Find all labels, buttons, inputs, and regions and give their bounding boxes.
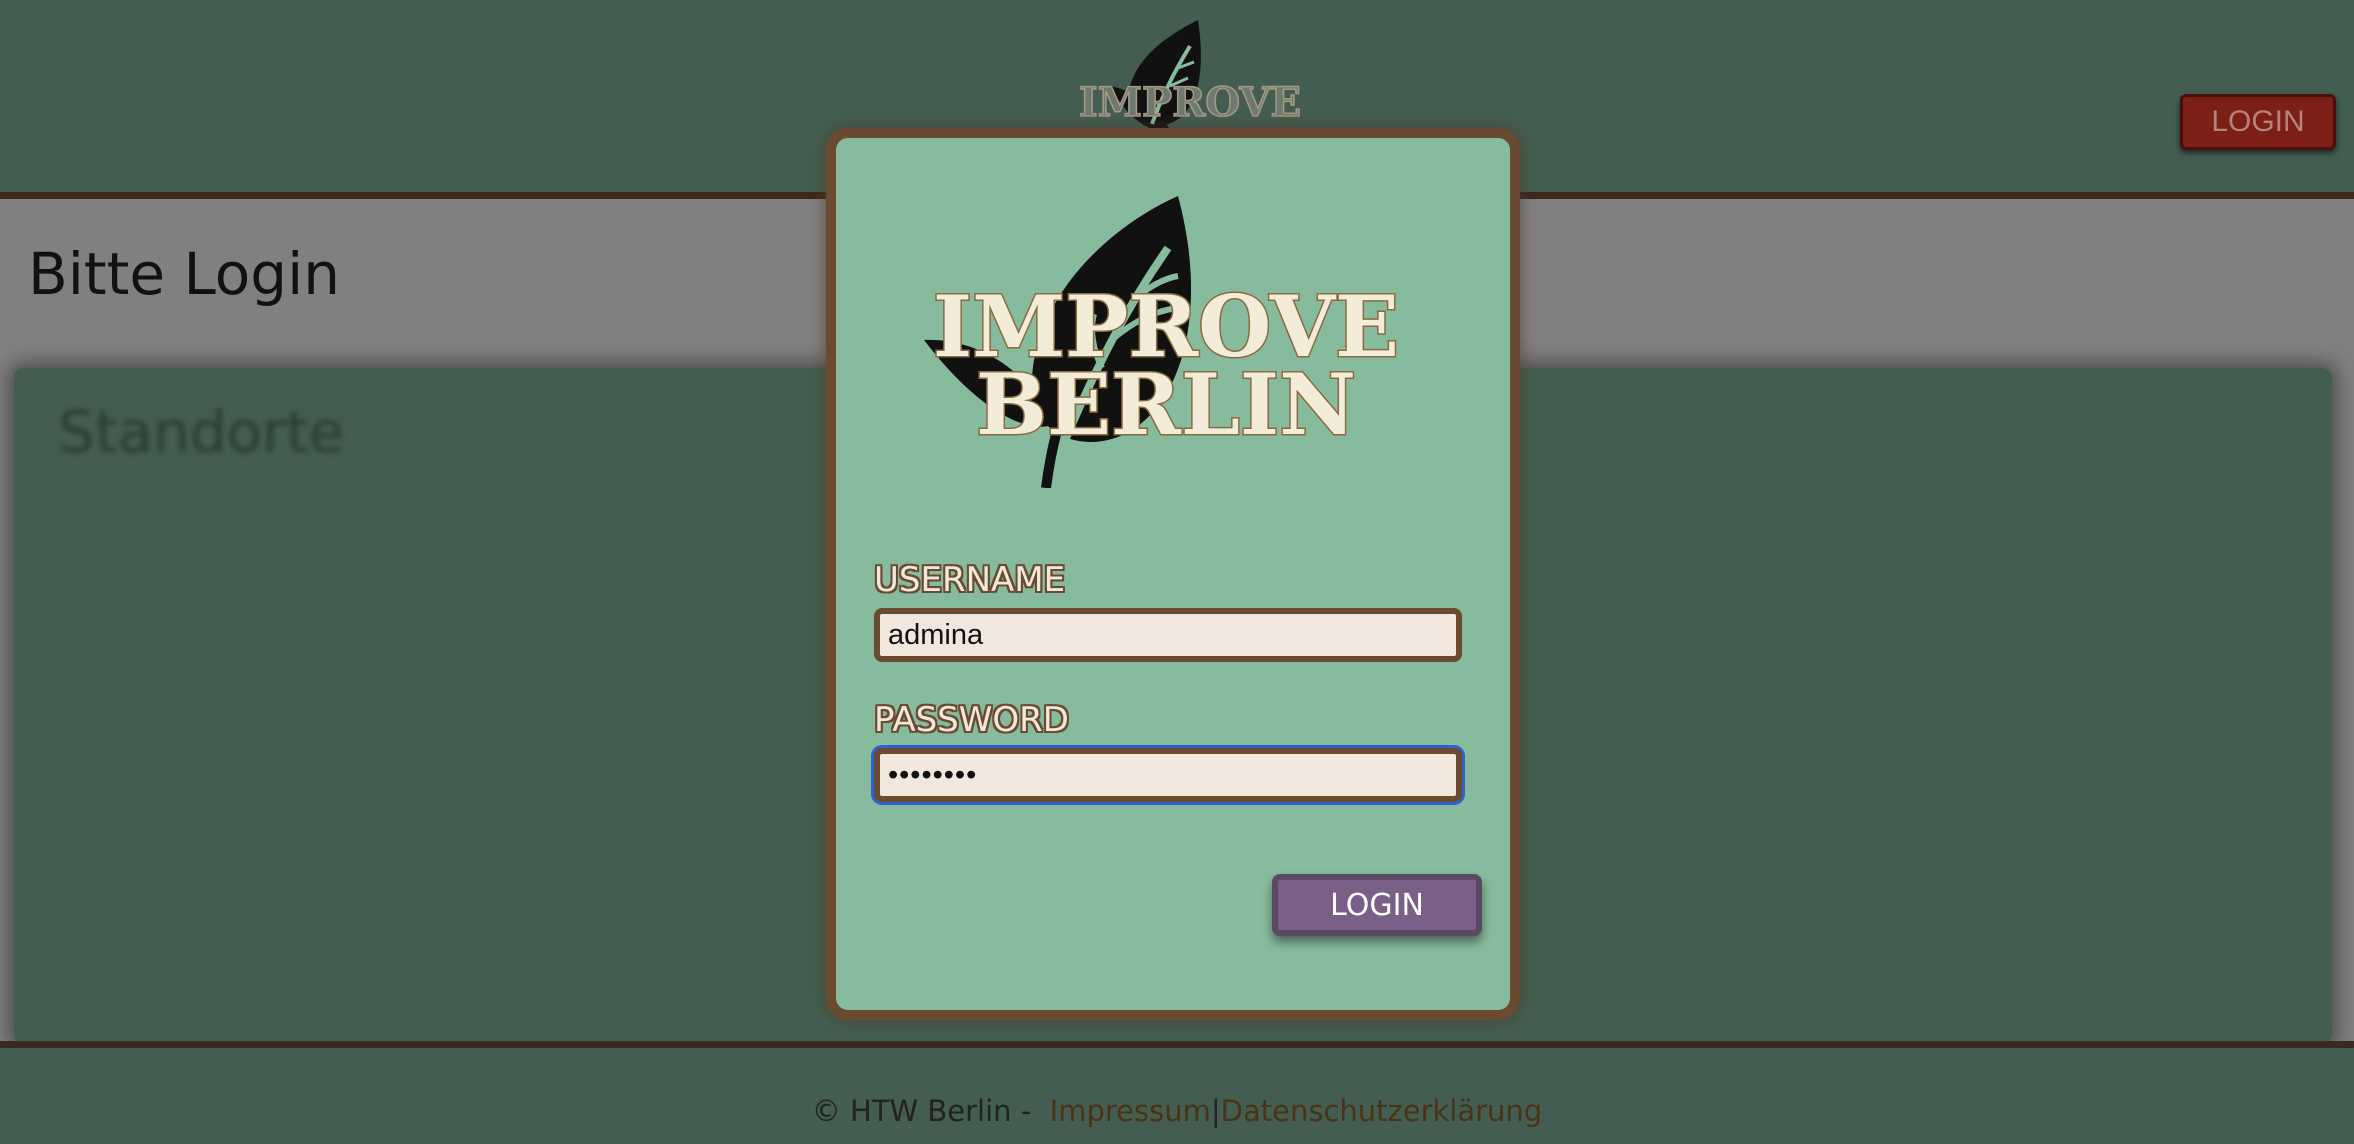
login-modal: IMPROVE BERLIN USERNAME PASSWORD LOGIN <box>826 128 1520 1020</box>
panel-title: Standorte <box>58 398 345 466</box>
password-input[interactable] <box>874 748 1462 802</box>
page-title: Bitte Login <box>28 240 340 308</box>
privacy-link[interactable]: Datenschutzerklärung <box>1221 1094 1543 1128</box>
footer-copyright: © HTW Berlin - <box>811 1094 1041 1128</box>
password-label: PASSWORD <box>874 700 1069 740</box>
modal-logo: IMPROVE BERLIN <box>924 196 1401 488</box>
header-login-button[interactable]: LOGIN <box>2180 94 2336 150</box>
username-input[interactable] <box>874 608 1462 662</box>
svg-text:BERLIN: BERLIN <box>976 355 1356 454</box>
footer-separator: | <box>1210 1094 1221 1128</box>
site-footer: © HTW Berlin - Impressum|Datenschutzerkl… <box>0 1041 2354 1144</box>
login-submit-button[interactable]: LOGIN <box>1272 874 1482 936</box>
header-logo[interactable]: IMPROVE <box>1070 16 1310 136</box>
impressum-link[interactable]: Impressum <box>1050 1094 1211 1128</box>
username-label: USERNAME <box>874 560 1066 600</box>
svg-text:IMPROVE: IMPROVE <box>1079 79 1301 126</box>
